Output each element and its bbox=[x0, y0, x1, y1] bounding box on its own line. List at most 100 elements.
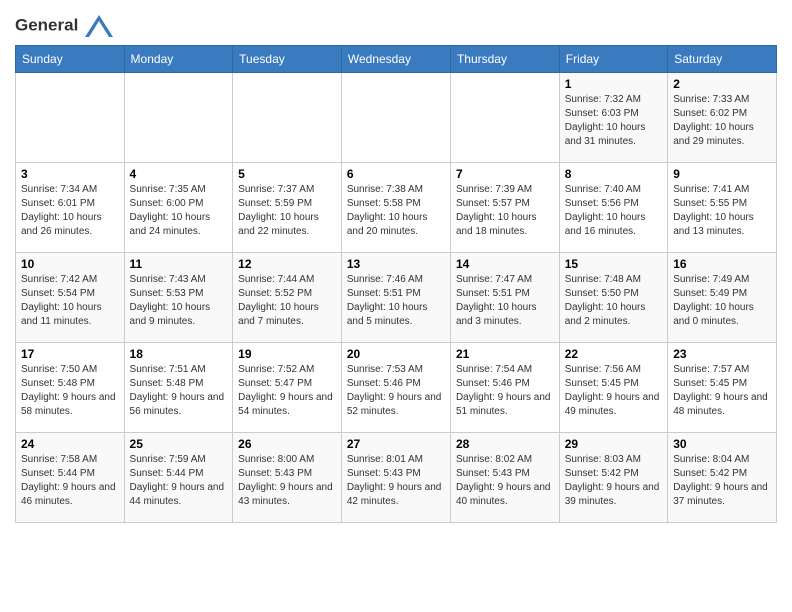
day-number: 18 bbox=[130, 347, 228, 361]
calendar-cell: 8 Sunrise: 7:40 AM Sunset: 5:56 PM Daylig… bbox=[559, 163, 667, 253]
day-info: Sunrise: 8:00 AM Sunset: 5:43 PM Dayligh… bbox=[238, 453, 336, 509]
calendar-header-row: SundayMondayTuesdayWednesdayThursdayFrid… bbox=[16, 46, 777, 73]
day-info: Sunrise: 7:40 AM Sunset: 5:56 PM Dayligh… bbox=[565, 183, 662, 239]
logo-text: General bbox=[15, 15, 113, 37]
day-info: Sunrise: 7:56 AM Sunset: 5:45 PM Dayligh… bbox=[565, 363, 662, 419]
day-info: Sunrise: 7:52 AM Sunset: 5:47 PM Dayligh… bbox=[238, 363, 336, 419]
day-number: 9 bbox=[673, 167, 771, 181]
day-number: 29 bbox=[565, 437, 662, 451]
day-info: Sunrise: 8:02 AM Sunset: 5:43 PM Dayligh… bbox=[456, 453, 554, 509]
calendar-cell: 24 Sunrise: 7:58 AM Sunset: 5:44 PM Dayli… bbox=[16, 433, 125, 523]
calendar-cell: 20 Sunrise: 7:53 AM Sunset: 5:46 PM Dayli… bbox=[341, 343, 450, 433]
day-number: 14 bbox=[456, 257, 554, 271]
calendar-cell: 26 Sunrise: 8:00 AM Sunset: 5:43 PM Dayli… bbox=[233, 433, 342, 523]
calendar-cell bbox=[124, 73, 233, 163]
day-number: 28 bbox=[456, 437, 554, 451]
day-number: 12 bbox=[238, 257, 336, 271]
day-info: Sunrise: 7:51 AM Sunset: 5:48 PM Dayligh… bbox=[130, 363, 228, 419]
page-header: General bbox=[15, 15, 777, 35]
day-number: 10 bbox=[21, 257, 119, 271]
calendar-cell: 21 Sunrise: 7:54 AM Sunset: 5:46 PM Dayli… bbox=[450, 343, 559, 433]
calendar-cell: 18 Sunrise: 7:51 AM Sunset: 5:48 PM Dayli… bbox=[124, 343, 233, 433]
calendar-cell: 27 Sunrise: 8:01 AM Sunset: 5:43 PM Dayli… bbox=[341, 433, 450, 523]
day-info: Sunrise: 7:34 AM Sunset: 6:01 PM Dayligh… bbox=[21, 183, 119, 239]
calendar-cell: 25 Sunrise: 7:59 AM Sunset: 5:44 PM Dayli… bbox=[124, 433, 233, 523]
day-number: 8 bbox=[565, 167, 662, 181]
calendar-cell: 28 Sunrise: 8:02 AM Sunset: 5:43 PM Dayli… bbox=[450, 433, 559, 523]
day-info: Sunrise: 8:01 AM Sunset: 5:43 PM Dayligh… bbox=[347, 453, 445, 509]
day-number: 6 bbox=[347, 167, 445, 181]
day-number: 24 bbox=[21, 437, 119, 451]
calendar-cell: 17Sunrise: 7:50 AM Sunset: 5:48 PM Dayli… bbox=[16, 343, 125, 433]
calendar-cell: 12 Sunrise: 7:44 AM Sunset: 5:52 PM Dayli… bbox=[233, 253, 342, 343]
day-info: Sunrise: 7:37 AM Sunset: 5:59 PM Dayligh… bbox=[238, 183, 336, 239]
calendar-week-5: 24 Sunrise: 7:58 AM Sunset: 5:44 PM Dayli… bbox=[16, 433, 777, 523]
day-number: 2 bbox=[673, 77, 771, 91]
day-info: Sunrise: 7:44 AM Sunset: 5:52 PM Dayligh… bbox=[238, 273, 336, 329]
calendar-cell: 9 Sunrise: 7:41 AM Sunset: 5:55 PM Daylig… bbox=[668, 163, 777, 253]
day-info: Sunrise: 7:35 AM Sunset: 6:00 PM Dayligh… bbox=[130, 183, 228, 239]
logo-triangle-icon bbox=[85, 15, 113, 37]
calendar-cell: 15Sunrise: 7:48 AM Sunset: 5:50 PM Dayli… bbox=[559, 253, 667, 343]
calendar-cell: 23Sunrise: 7:57 AM Sunset: 5:45 PM Dayli… bbox=[668, 343, 777, 433]
day-info: Sunrise: 7:38 AM Sunset: 5:58 PM Dayligh… bbox=[347, 183, 445, 239]
calendar-week-4: 17Sunrise: 7:50 AM Sunset: 5:48 PM Dayli… bbox=[16, 343, 777, 433]
calendar-cell: 29 Sunrise: 8:03 AM Sunset: 5:42 PM Dayli… bbox=[559, 433, 667, 523]
day-number: 30 bbox=[673, 437, 771, 451]
day-header-saturday: Saturday bbox=[668, 46, 777, 73]
calendar-cell: 13Sunrise: 7:46 AM Sunset: 5:51 PM Dayli… bbox=[341, 253, 450, 343]
day-number: 4 bbox=[130, 167, 228, 181]
day-number: 15 bbox=[565, 257, 662, 271]
calendar-cell bbox=[233, 73, 342, 163]
calendar-cell: 22 Sunrise: 7:56 AM Sunset: 5:45 PM Dayli… bbox=[559, 343, 667, 433]
day-info: Sunrise: 7:41 AM Sunset: 5:55 PM Dayligh… bbox=[673, 183, 771, 239]
day-info: Sunrise: 8:04 AM Sunset: 5:42 PM Dayligh… bbox=[673, 453, 771, 509]
day-info: Sunrise: 8:03 AM Sunset: 5:42 PM Dayligh… bbox=[565, 453, 662, 509]
day-info: Sunrise: 7:39 AM Sunset: 5:57 PM Dayligh… bbox=[456, 183, 554, 239]
day-info: Sunrise: 7:58 AM Sunset: 5:44 PM Dayligh… bbox=[21, 453, 119, 509]
calendar-cell: 5 Sunrise: 7:37 AM Sunset: 5:59 PM Daylig… bbox=[233, 163, 342, 253]
day-number: 7 bbox=[456, 167, 554, 181]
calendar-cell: 30 Sunrise: 8:04 AM Sunset: 5:42 PM Dayli… bbox=[668, 433, 777, 523]
calendar-week-3: 10Sunrise: 7:42 AM Sunset: 5:54 PM Dayli… bbox=[16, 253, 777, 343]
day-number: 20 bbox=[347, 347, 445, 361]
day-info: Sunrise: 7:49 AM Sunset: 5:49 PM Dayligh… bbox=[673, 273, 771, 329]
day-info: Sunrise: 7:59 AM Sunset: 5:44 PM Dayligh… bbox=[130, 453, 228, 509]
day-info: Sunrise: 7:57 AM Sunset: 5:45 PM Dayligh… bbox=[673, 363, 771, 419]
calendar-cell: 4 Sunrise: 7:35 AM Sunset: 6:00 PM Daylig… bbox=[124, 163, 233, 253]
calendar-cell bbox=[341, 73, 450, 163]
day-header-friday: Friday bbox=[559, 46, 667, 73]
day-info: Sunrise: 7:47 AM Sunset: 5:51 PM Dayligh… bbox=[456, 273, 554, 329]
day-number: 13 bbox=[347, 257, 445, 271]
day-number: 27 bbox=[347, 437, 445, 451]
day-number: 25 bbox=[130, 437, 228, 451]
day-number: 5 bbox=[238, 167, 336, 181]
day-info: Sunrise: 7:33 AM Sunset: 6:02 PM Dayligh… bbox=[673, 93, 771, 149]
calendar-cell: 2 Sunrise: 7:33 AM Sunset: 6:02 PM Daylig… bbox=[668, 73, 777, 163]
day-header-thursday: Thursday bbox=[450, 46, 559, 73]
day-number: 26 bbox=[238, 437, 336, 451]
calendar-table: SundayMondayTuesdayWednesdayThursdayFrid… bbox=[15, 45, 777, 523]
logo: General bbox=[15, 15, 113, 35]
calendar-cell: 10Sunrise: 7:42 AM Sunset: 5:54 PM Dayli… bbox=[16, 253, 125, 343]
calendar-week-2: 3 Sunrise: 7:34 AM Sunset: 6:01 PM Daylig… bbox=[16, 163, 777, 253]
day-info: Sunrise: 7:53 AM Sunset: 5:46 PM Dayligh… bbox=[347, 363, 445, 419]
day-number: 19 bbox=[238, 347, 336, 361]
day-header-tuesday: Tuesday bbox=[233, 46, 342, 73]
day-number: 3 bbox=[21, 167, 119, 181]
calendar-cell: 1 Sunrise: 7:32 AM Sunset: 6:03 PM Daylig… bbox=[559, 73, 667, 163]
day-number: 21 bbox=[456, 347, 554, 361]
day-info: Sunrise: 7:50 AM Sunset: 5:48 PM Dayligh… bbox=[21, 363, 119, 419]
calendar-cell: 16Sunrise: 7:49 AM Sunset: 5:49 PM Dayli… bbox=[668, 253, 777, 343]
calendar-cell: 14 Sunrise: 7:47 AM Sunset: 5:51 PM Dayli… bbox=[450, 253, 559, 343]
calendar-cell: 6 Sunrise: 7:38 AM Sunset: 5:58 PM Daylig… bbox=[341, 163, 450, 253]
calendar-cell bbox=[450, 73, 559, 163]
day-number: 1 bbox=[565, 77, 662, 91]
day-number: 11 bbox=[130, 257, 228, 271]
day-info: Sunrise: 7:54 AM Sunset: 5:46 PM Dayligh… bbox=[456, 363, 554, 419]
day-header-sunday: Sunday bbox=[16, 46, 125, 73]
day-info: Sunrise: 7:32 AM Sunset: 6:03 PM Dayligh… bbox=[565, 93, 662, 149]
calendar-cell: 19 Sunrise: 7:52 AM Sunset: 5:47 PM Dayli… bbox=[233, 343, 342, 433]
calendar-cell: 7 Sunrise: 7:39 AM Sunset: 5:57 PM Daylig… bbox=[450, 163, 559, 253]
day-number: 22 bbox=[565, 347, 662, 361]
